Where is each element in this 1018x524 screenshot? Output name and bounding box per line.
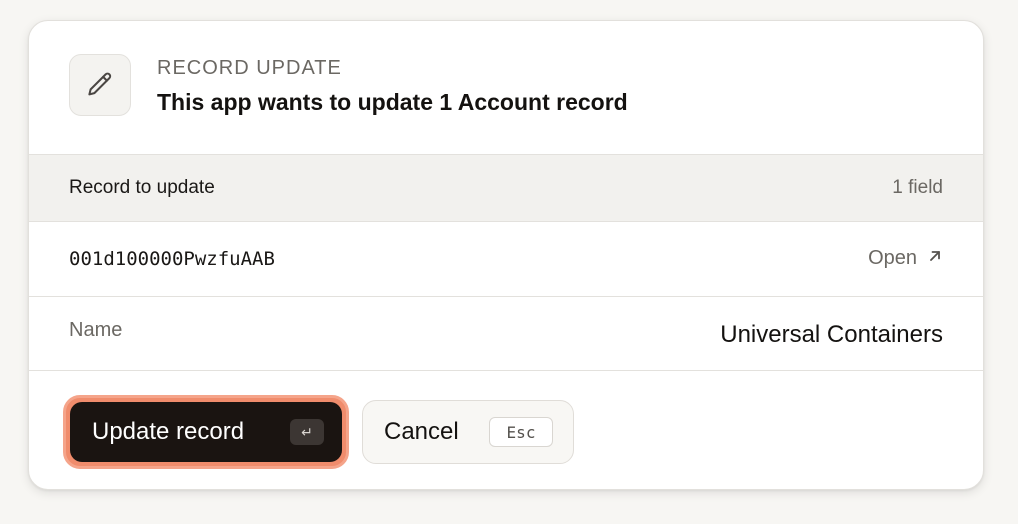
section-header: Record to update 1 field [29, 154, 983, 222]
enter-key-hint: ↵ [290, 419, 324, 445]
record-id-row: 001d100000PwzfuAAB Open [29, 222, 983, 297]
record-id: 001d100000PwzfuAAB [69, 248, 275, 270]
arrow-up-right-icon [927, 247, 943, 270]
field-count: 1 field [892, 177, 943, 198]
update-record-focus-ring: Update record ↵ [63, 395, 349, 469]
dialog-header: RECORD UPDATE This app wants to update 1… [29, 21, 983, 155]
field-value: Universal Containers [720, 321, 943, 348]
update-record-button[interactable]: Update record ↵ [70, 402, 342, 462]
cancel-label: Cancel [384, 418, 459, 445]
record-update-dialog: RECORD UPDATE This app wants to update 1… [28, 20, 984, 490]
open-record-link[interactable]: Open [868, 247, 943, 270]
open-link-label: Open [868, 247, 917, 269]
dialog-title: This app wants to update 1 Account recor… [157, 89, 628, 115]
esc-key-hint: Esc [489, 417, 553, 447]
update-record-label: Update record [92, 418, 245, 445]
cancel-button[interactable]: Cancel Esc [362, 400, 574, 464]
field-row: Name Universal Containers [29, 297, 983, 371]
pencil-icon [69, 54, 131, 116]
dialog-footer: Update record ↵ Cancel Esc [29, 371, 983, 489]
section-label: Record to update [69, 177, 215, 198]
dialog-eyebrow: RECORD UPDATE [157, 57, 342, 79]
field-name: Name [69, 319, 123, 341]
